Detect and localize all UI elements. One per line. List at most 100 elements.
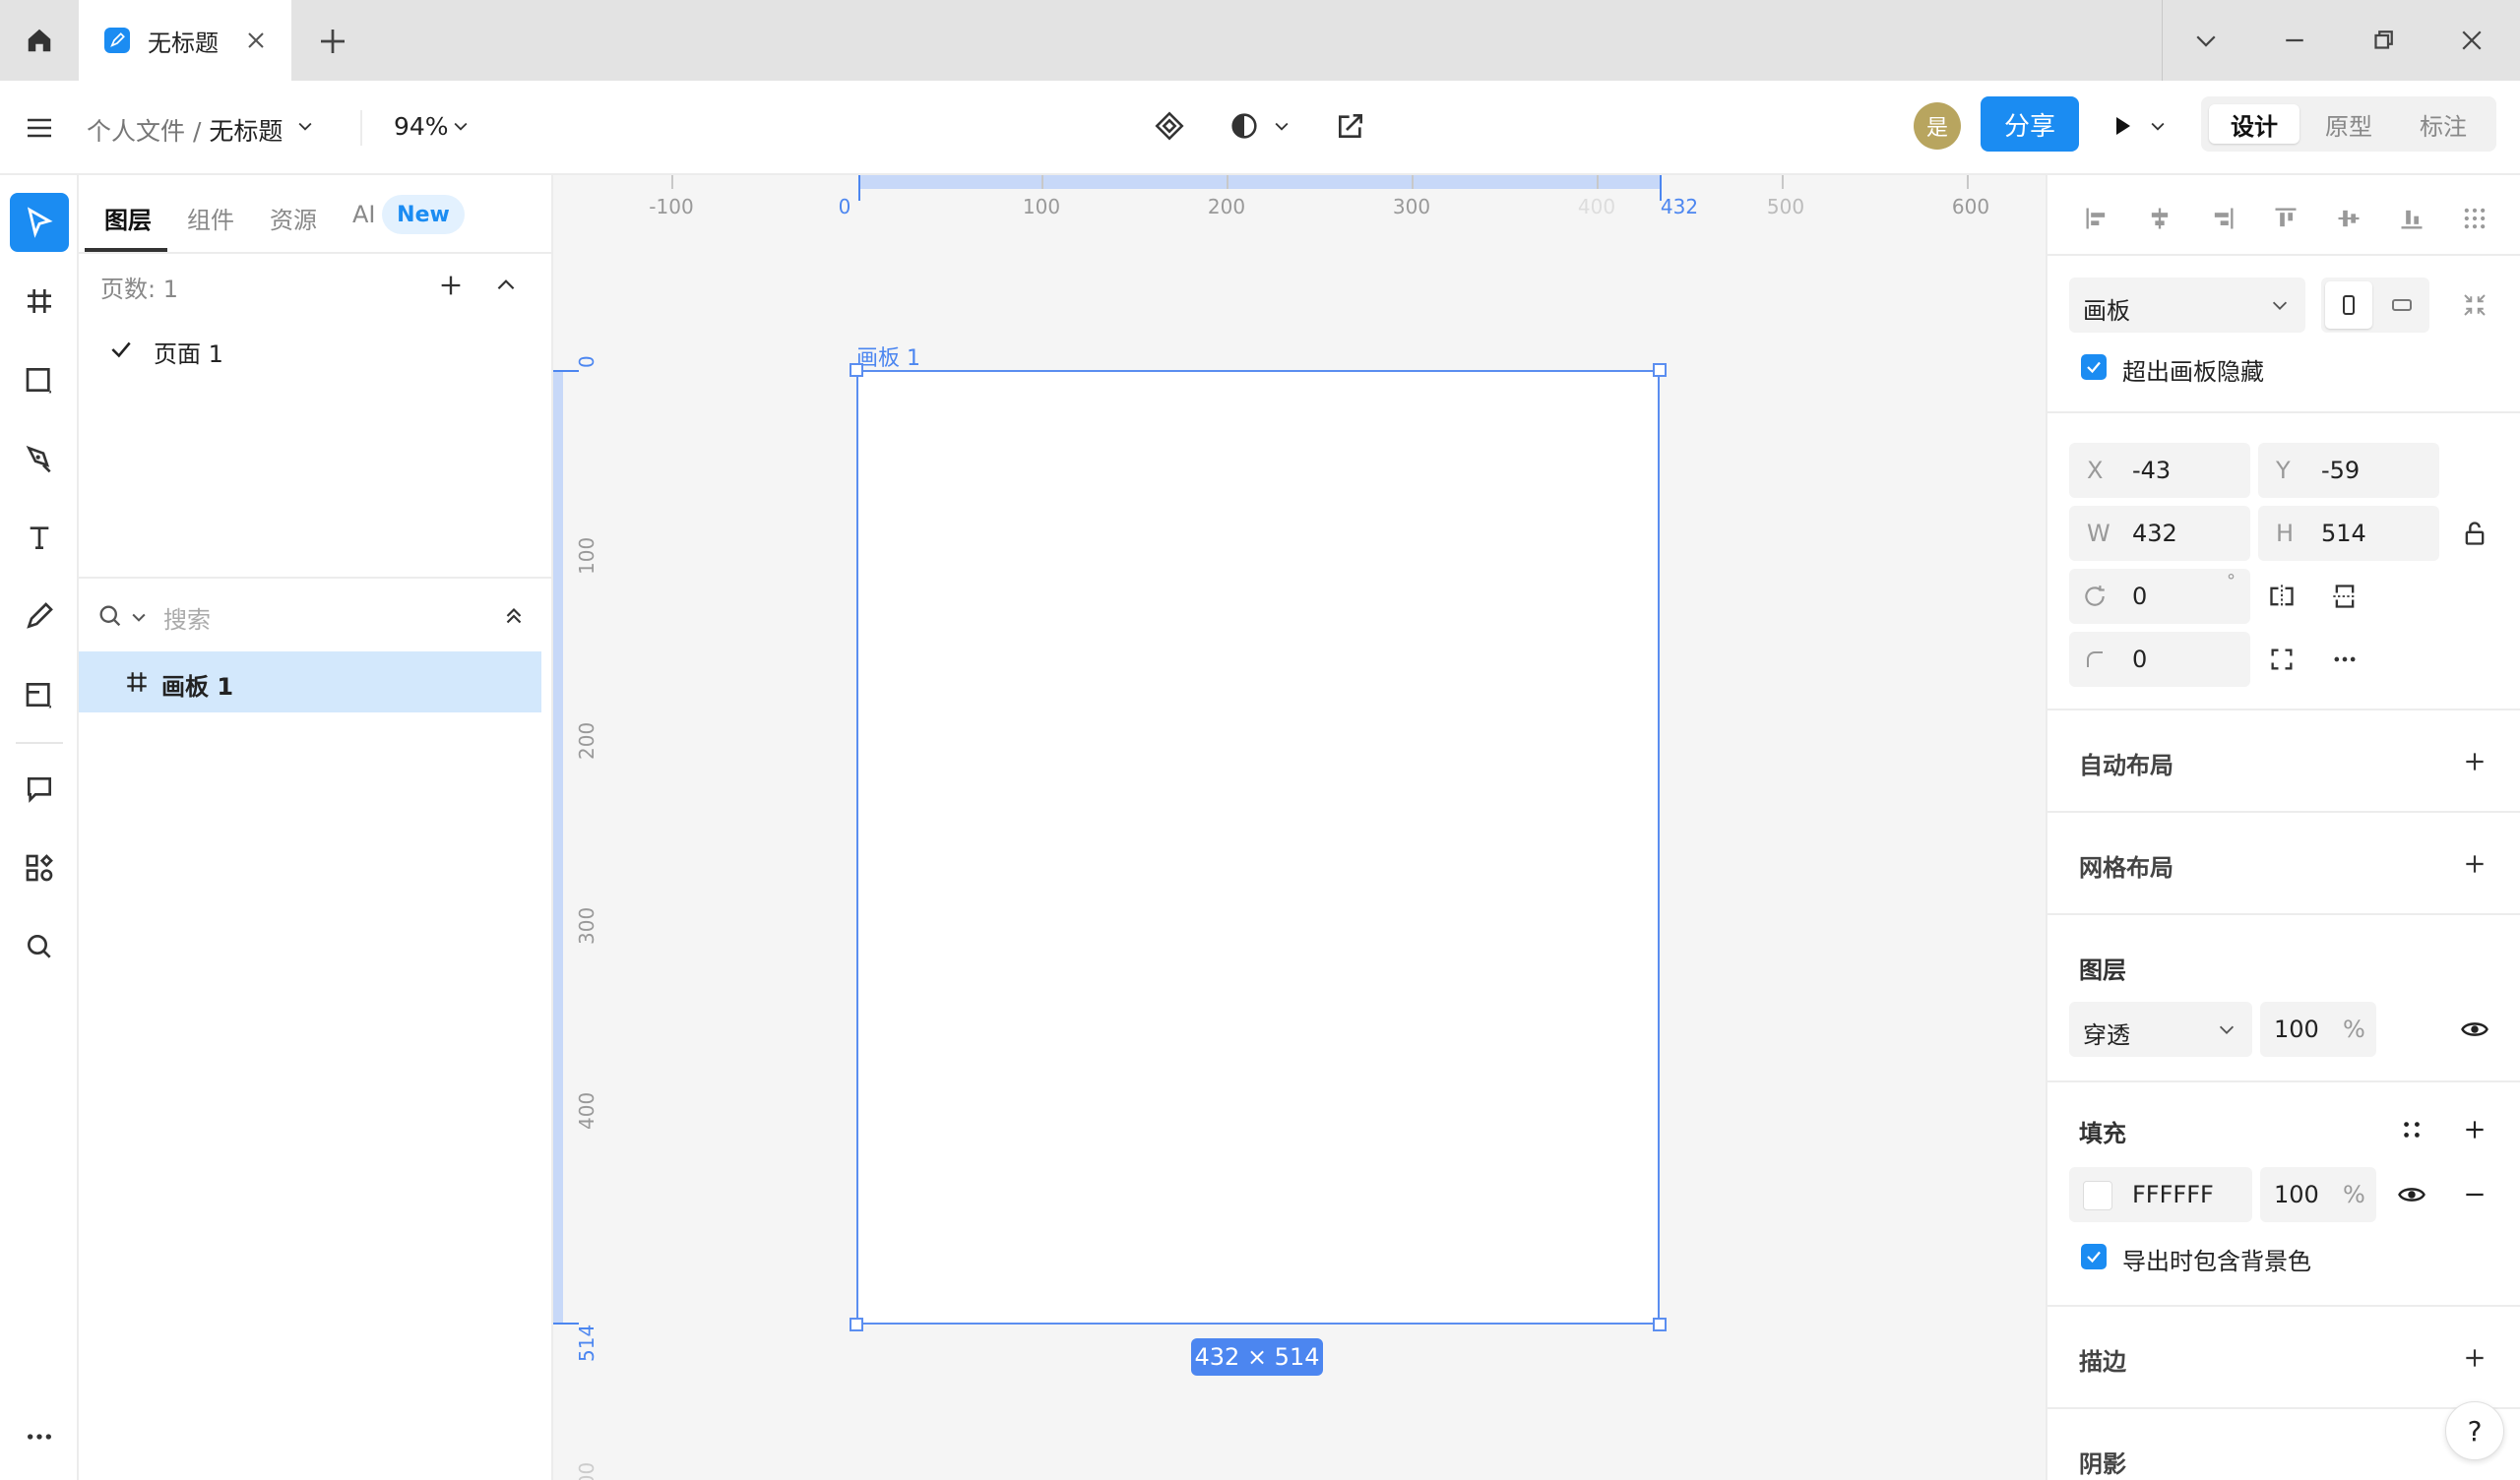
mode-tab-annotate[interactable]: 标注 — [2398, 104, 2488, 144]
zoom-chevron-icon[interactable] — [449, 114, 472, 138]
corner-radius-field[interactable]: 0 — [2069, 632, 2250, 687]
align-middle-v-icon[interactable] — [2329, 199, 2368, 238]
x-position-field[interactable]: X -43 — [2069, 443, 2250, 498]
add-grid-layout-icon[interactable] — [2455, 844, 2494, 884]
search-icon[interactable] — [10, 917, 69, 976]
flip-vertical-icon[interactable] — [2325, 577, 2364, 616]
blend-mode-value: 穿透 — [2083, 1021, 2130, 1049]
add-auto-layout-icon[interactable] — [2455, 742, 2494, 781]
help-button[interactable]: ? — [2445, 1401, 2504, 1460]
close-window-icon[interactable] — [2451, 20, 2492, 61]
style-library-icon[interactable] — [2392, 1110, 2431, 1149]
independent-corners-icon[interactable] — [2262, 640, 2301, 679]
edit-external-icon[interactable] — [1329, 104, 1372, 148]
theme-contrast-icon[interactable] — [1223, 104, 1266, 148]
y-position-field[interactable]: Y -59 — [2258, 443, 2439, 498]
tab-assets[interactable]: 资源 — [270, 201, 317, 235]
more-dots-icon[interactable] — [10, 1407, 69, 1466]
breadcrumb-root[interactable]: 个人文件 — [87, 117, 185, 146]
collapse-all-icon[interactable] — [496, 598, 532, 634]
theme-chevron-icon[interactable] — [1270, 114, 1293, 138]
share-button[interactable]: 分享 — [1981, 96, 2079, 152]
design-canvas[interactable]: -100 0 100 200 300 400 432 500 600 0 100… — [553, 175, 2046, 1480]
resize-handle-bottom-left[interactable] — [850, 1318, 863, 1331]
breadcrumb-file-name[interactable]: 无标题 — [209, 117, 283, 146]
play-options-chevron-icon[interactable] — [2146, 114, 2170, 138]
remove-fill-icon[interactable] — [2455, 1175, 2494, 1214]
fill-opacity-field[interactable]: 100 % — [2260, 1167, 2376, 1222]
align-top-icon[interactable] — [2266, 199, 2305, 238]
rotation-field[interactable]: 0 ° — [2069, 569, 2250, 624]
eye-icon[interactable] — [2455, 1010, 2494, 1049]
document-tab[interactable]: 无标题 — [79, 0, 291, 81]
restore-icon[interactable] — [2362, 20, 2404, 61]
component-diamond-icon[interactable] — [1148, 104, 1191, 148]
avatar[interactable]: 是 — [1914, 102, 1961, 150]
page-count-value: 1 — [162, 276, 179, 303]
section-divider — [2048, 411, 2520, 413]
width-field[interactable]: W 432 — [2069, 506, 2250, 561]
align-right-icon[interactable] — [2203, 199, 2242, 238]
resize-handle-top-right[interactable] — [1653, 363, 1667, 377]
blend-mode-select[interactable]: 穿透 — [2069, 1002, 2252, 1057]
main-menu-icon[interactable] — [18, 106, 61, 150]
fill-color-swatch[interactable] — [2083, 1181, 2112, 1210]
section-divider — [2048, 913, 2520, 915]
mode-tab-design[interactable]: 设计 — [2209, 104, 2300, 144]
home-icon[interactable] — [0, 0, 79, 81]
layer-opacity-field[interactable]: 100 % — [2260, 1002, 2376, 1057]
fill-color-field[interactable]: FFFFFF — [2069, 1167, 2252, 1222]
ruler-label: 200 — [1207, 195, 1246, 218]
collapse-pages-chevron-icon[interactable] — [486, 266, 526, 305]
layer-search-input[interactable]: 搜索 — [163, 600, 211, 635]
new-tab-icon[interactable] — [315, 24, 350, 59]
more-options-icon[interactable] — [2325, 640, 2364, 679]
lock-ratio-icon[interactable] — [2455, 514, 2494, 553]
flip-horizontal-icon[interactable] — [2262, 577, 2301, 616]
artboard-label[interactable]: 画板 1 — [856, 340, 920, 372]
mode-tab-prototype[interactable]: 原型 — [2303, 104, 2394, 144]
move-tool-cursor-icon[interactable] — [10, 193, 69, 252]
tab-layers[interactable]: 图层 — [104, 201, 152, 235]
align-left-icon[interactable] — [2077, 199, 2116, 238]
play-icon[interactable] — [2105, 108, 2140, 144]
tab-ai[interactable]: AI — [352, 201, 376, 228]
comment-tool-icon[interactable] — [10, 760, 69, 819]
export-background-checkbox[interactable] — [2081, 1244, 2107, 1269]
add-fill-icon[interactable] — [2455, 1110, 2494, 1149]
add-stroke-icon[interactable] — [2455, 1338, 2494, 1378]
resize-handle-bottom-right[interactable] — [1653, 1318, 1667, 1331]
slice-tool-icon[interactable] — [10, 665, 69, 724]
file-menu-chevron-icon[interactable] — [293, 114, 317, 138]
align-bottom-icon[interactable] — [2392, 199, 2431, 238]
landscape-icon[interactable] — [2378, 281, 2426, 329]
pencil-tool-icon[interactable] — [10, 586, 69, 646]
ruler-label: 432 — [1660, 195, 1699, 218]
layer-row-artboard[interactable]: 画板 1 — [79, 651, 541, 712]
resize-to-fit-icon[interactable] — [2453, 283, 2496, 327]
resize-handle-top-left[interactable] — [850, 363, 863, 377]
text-tool-icon[interactable] — [10, 508, 69, 567]
rectangle-tool-icon[interactable] — [10, 350, 69, 409]
ruler-selection-start — [553, 370, 579, 372]
zoom-level[interactable]: 94% — [394, 112, 449, 141]
frame-type-select[interactable]: 画板 — [2069, 278, 2305, 333]
portrait-icon[interactable] — [2325, 281, 2372, 329]
distribute-grid-icon[interactable] — [2455, 199, 2494, 238]
minimize-icon[interactable] — [2274, 20, 2315, 61]
fill-visibility-eye-icon[interactable] — [2392, 1175, 2431, 1214]
page-list-item[interactable]: 页面 1 — [79, 323, 551, 378]
plugins-icon[interactable] — [10, 838, 69, 897]
add-page-icon[interactable] — [431, 266, 471, 305]
search-icon[interactable] — [93, 598, 128, 634]
clip-content-checkbox[interactable] — [2081, 354, 2107, 380]
artboard[interactable] — [856, 370, 1660, 1325]
tab-components[interactable]: 组件 — [187, 201, 234, 235]
pen-tool-icon[interactable] — [10, 429, 69, 488]
close-tab-icon[interactable] — [242, 27, 270, 54]
frame-tool-icon[interactable] — [10, 272, 69, 331]
search-filter-chevron-icon[interactable] — [128, 606, 150, 628]
height-field[interactable]: H 514 — [2258, 506, 2439, 561]
tab-list-chevron-icon[interactable] — [2185, 20, 2227, 61]
align-center-h-icon[interactable] — [2140, 199, 2179, 238]
